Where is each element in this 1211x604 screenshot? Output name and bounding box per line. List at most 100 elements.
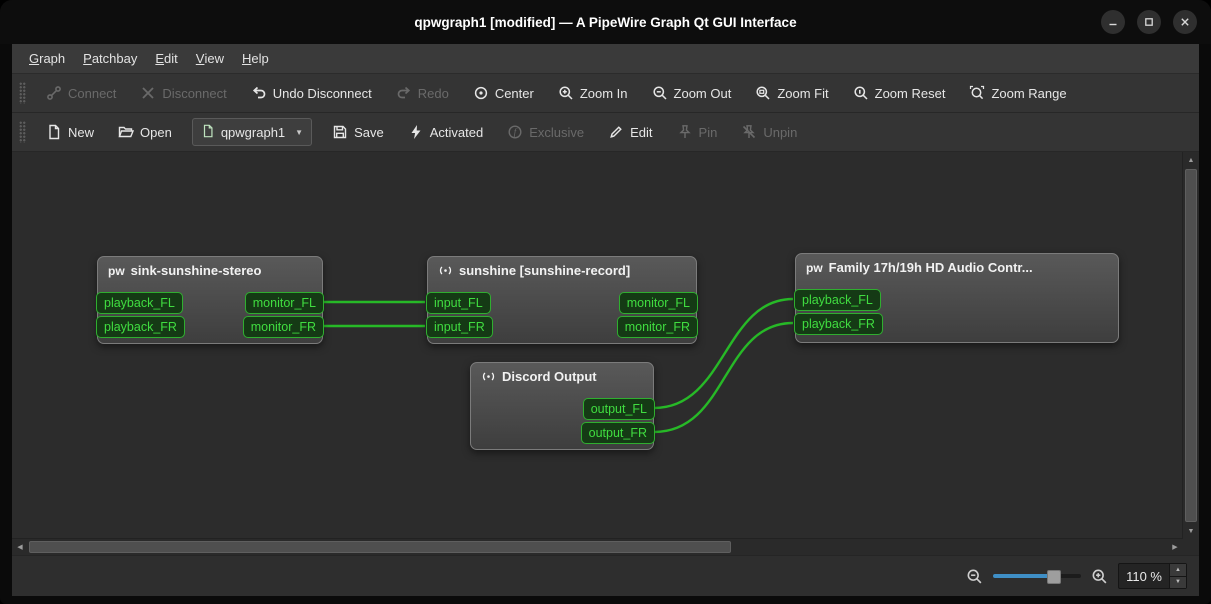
node-title: Family 17h/19h HD Audio Contr...	[828, 260, 1033, 275]
edit-button[interactable]: Edit	[598, 117, 662, 147]
pin-button[interactable]: Pin	[667, 117, 728, 147]
zoom-reset-button[interactable]: Zoom Reset	[843, 78, 956, 108]
new-button[interactable]: New	[36, 117, 104, 147]
unpin-icon	[741, 124, 757, 140]
node-family-hd-audio[interactable]: pw Family 17h/19h HD Audio Contr... play…	[794, 253, 1119, 343]
menu-view[interactable]: View	[187, 44, 233, 73]
spin-down-arrow[interactable]: ▼	[1170, 575, 1186, 588]
port-monitor_FL[interactable]: monitor_FL	[618, 292, 698, 314]
port-monitor_FR[interactable]: monitor_FR	[242, 316, 324, 338]
zoom-slider-handle[interactable]	[1046, 570, 1061, 584]
undo-icon	[251, 85, 267, 101]
node-title: sink-sunshine-stereo	[130, 263, 262, 278]
port-playback_FR[interactable]: playback_FR	[96, 316, 185, 338]
button-label: Pin	[698, 124, 718, 140]
port-playback_FR[interactable]: playback_FR	[794, 313, 883, 335]
patchbay-select[interactable]: qpwgraph1 ▼	[191, 118, 313, 146]
node-header: Discord Output	[471, 363, 653, 384]
zoom-slider-fill	[993, 574, 1053, 578]
node-header: pw Family 17h/19h HD Audio Contr...	[796, 254, 1118, 275]
minimize-button[interactable]	[1101, 10, 1125, 34]
menu-graph[interactable]: Graph	[20, 44, 74, 73]
menu-edit[interactable]: Edit	[146, 44, 186, 73]
maximize-icon	[1143, 16, 1155, 28]
button-label: Zoom Fit	[777, 85, 829, 101]
spin-up-arrow[interactable]: ▲	[1170, 564, 1186, 576]
disconnect-icon	[140, 85, 156, 101]
new-file-icon	[46, 124, 62, 140]
svg-text:f: f	[514, 127, 518, 137]
node-sink-sunshine-stereo[interactable]: pw sink-sunshine-stereo playback_FL play…	[96, 256, 324, 344]
disconnect-button[interactable]: Disconnect	[130, 78, 236, 108]
node-header: pw sink-sunshine-stereo	[98, 257, 322, 278]
close-icon	[1179, 16, 1191, 28]
connection-links	[322, 297, 794, 434]
zoom-spinbox[interactable]: 110 % ▲ ▼	[1118, 563, 1187, 589]
vertical-scroll-thumb[interactable]	[1185, 169, 1197, 522]
graph-canvas[interactable]: pw sink-sunshine-stereo playback_FL play…	[12, 152, 1183, 539]
unpin-button[interactable]: Unpin	[731, 117, 807, 147]
zoom-in-button[interactable]: Zoom In	[548, 78, 638, 108]
button-label: Zoom In	[579, 85, 628, 101]
port-output_FL[interactable]: output_FL	[582, 398, 655, 420]
undo-disconnect-button[interactable]: Undo Disconnect	[241, 78, 382, 108]
exclusive-icon: f	[507, 124, 523, 140]
horizontal-scroll-thumb[interactable]	[29, 541, 731, 553]
port-output_FR[interactable]: output_FR	[580, 422, 655, 444]
zoom-out-icon[interactable]	[966, 568, 983, 585]
chevron-down-icon: ▼	[295, 127, 304, 137]
save-button[interactable]: Save	[322, 117, 394, 147]
button-label: Open	[140, 124, 172, 140]
zoom-range-button[interactable]: Zoom Range	[959, 78, 1076, 108]
node-sunshine[interactable]: sunshine [sunshine-record] input_FL inpu…	[426, 256, 698, 344]
port-monitor_FR[interactable]: monitor_FR	[616, 316, 698, 338]
titlebar[interactable]: qpwgraph1 [modified] — A PipeWire Graph …	[0, 0, 1211, 44]
scroll-left-arrow[interactable]: ◀	[12, 539, 28, 555]
port-playback_FL[interactable]: playback_FL	[794, 289, 881, 311]
node-title: Discord Output	[502, 369, 597, 384]
connect-button[interactable]: Connect	[36, 78, 126, 108]
port-input_FL[interactable]: input_FL	[426, 292, 491, 314]
node-discord-output[interactable]: Discord Output output_FL output_FR	[470, 362, 655, 450]
patchbay-file-icon	[201, 124, 215, 141]
zoom-value[interactable]: 110 %	[1119, 564, 1169, 588]
zoom-out-button[interactable]: Zoom Out	[642, 78, 742, 108]
maximize-button[interactable]	[1137, 10, 1161, 34]
patchbay-select-value: qpwgraph1	[220, 124, 286, 140]
scroll-up-arrow[interactable]: ▲	[1183, 152, 1199, 168]
zoom-range-icon	[969, 85, 985, 101]
pipewire-icon: pw	[108, 263, 125, 278]
menu-patchbay[interactable]: Patchbay	[74, 44, 146, 73]
open-folder-icon	[118, 124, 135, 140]
activated-button[interactable]: Activated	[398, 117, 493, 147]
toolbar-grip[interactable]	[19, 82, 26, 104]
button-label: Exclusive	[529, 124, 585, 140]
zoom-in-icon[interactable]	[1091, 568, 1108, 585]
zoom-fit-button[interactable]: Zoom Fit	[745, 78, 838, 108]
button-label: Edit	[630, 124, 653, 140]
redo-icon	[396, 85, 412, 101]
exclusive-button[interactable]: f Exclusive	[497, 117, 594, 147]
zoom-slider[interactable]	[993, 568, 1082, 584]
port-input_FR[interactable]: input_FR	[426, 316, 493, 338]
window-controls	[1101, 0, 1197, 44]
scroll-down-arrow[interactable]: ▼	[1183, 523, 1199, 539]
toolbar-grip[interactable]	[19, 121, 26, 143]
button-label: Disconnect	[162, 85, 227, 101]
horizontal-scrollbar[interactable]: ◀ ▶	[12, 538, 1183, 555]
menu-help[interactable]: Help	[233, 44, 278, 73]
center-button[interactable]: Center	[463, 78, 544, 108]
spin-buttons: ▲ ▼	[1169, 564, 1186, 588]
zoom-reset-icon	[853, 85, 869, 101]
button-label: Save	[354, 124, 384, 140]
scroll-right-arrow[interactable]: ▶	[1167, 539, 1183, 555]
statusbar: 110 % ▲ ▼	[12, 555, 1199, 596]
port-playback_FL[interactable]: playback_FL	[96, 292, 183, 314]
open-button[interactable]: Open	[108, 117, 182, 147]
redo-button[interactable]: Redo	[386, 78, 459, 108]
close-button[interactable]	[1173, 10, 1197, 34]
center-icon	[473, 85, 489, 101]
port-monitor_FL[interactable]: monitor_FL	[244, 292, 324, 314]
vertical-scrollbar[interactable]: ▲ ▼	[1182, 152, 1199, 539]
button-label: Redo	[417, 85, 449, 101]
